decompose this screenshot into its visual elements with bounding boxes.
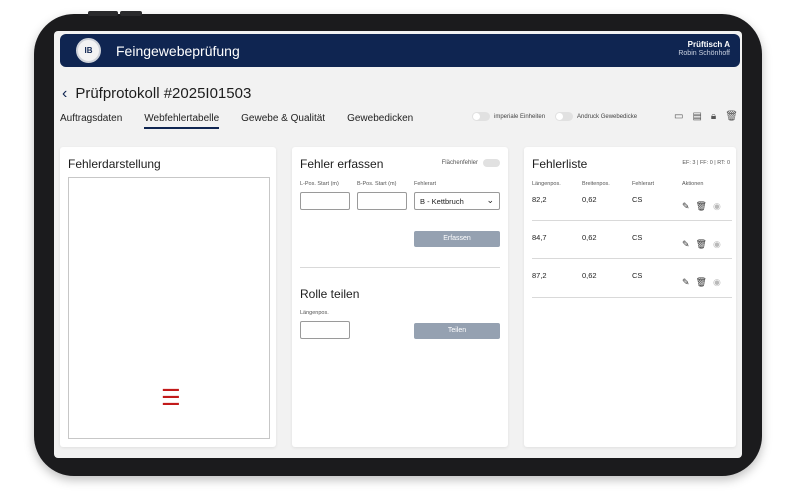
row-type: CS [632,271,643,280]
edit-icon[interactable]: ✎ [682,239,690,250]
l-pos-input[interactable] [300,192,350,210]
row-divider [532,258,732,259]
row-width: 0,62 [582,271,597,280]
surface-defect-toggle[interactable] [483,159,500,167]
save-icon[interactable]: ▭ [674,111,683,122]
defect-type-select[interactable]: B - Kettbruch ⌄ [414,192,500,210]
protocol-title-text: Prüfprotokoll #2025I01503 [75,85,252,102]
defect-type-value: B - Kettbruch [420,197,464,206]
app-header: IB Feingewebeprüfung Prüftisch A Robin S… [60,34,740,67]
eye-icon[interactable]: ◉ [713,201,721,212]
b-pos-input[interactable] [357,192,407,210]
row-actions: ✎ 🗑︎ ◉ [682,277,727,288]
record-button[interactable]: Erfassen [414,231,500,247]
column-header-width: Breitenpos. [582,181,610,187]
imperial-units-toggle[interactable] [472,112,490,121]
row-divider [532,220,732,221]
column-header-length: Längenpos. [532,181,561,187]
imperial-units-label: imperiale Einheiten [494,113,546,120]
defect-type-label: Fehlerart [414,181,437,187]
defect-list-title: Fehlerliste [532,157,588,171]
b-pos-label: B-Pos. Start (m) [357,181,397,187]
split-button[interactable]: Teilen [414,323,500,339]
chevron-left-icon[interactable]: ‹ [62,85,67,102]
logo: IB [76,38,101,63]
tab-auftragsdaten[interactable]: Auftragsdaten [60,113,122,129]
row-divider [532,297,732,298]
defect-display-title: Fehlerdarstellung [68,157,161,171]
surface-defect-label: Flächenfehler [441,160,478,166]
logo-text: IB [84,46,93,55]
length-pos-input[interactable] [300,321,350,339]
divider [300,267,500,268]
document-icon[interactable]: ▤ [692,111,701,122]
row-length: 87,2 [532,271,547,280]
hardware-button [88,11,118,16]
toolbar: ▭ ▤ 🔒︎ 🗑︎ [674,111,742,122]
split-roll-title: Rolle teilen [300,287,360,301]
row-length: 84,7 [532,233,547,242]
edit-icon[interactable]: ✎ [682,201,690,212]
lock-icon[interactable]: 🔒︎ [711,111,716,122]
tab-webfehlertabelle[interactable]: Webfehlertabelle [144,113,220,129]
column-header-actions: Aktionen [682,181,704,187]
hardware-button [120,11,142,16]
station-name: Prüftisch A [687,40,730,49]
trash-icon[interactable]: 🗑︎ [696,201,707,212]
chevron-down-icon: ⌄ [486,195,494,205]
trash-icon[interactable]: 🗑︎ [696,239,707,250]
record-defect-card: Fehler erfassen Flächenfehler L-Pos. Sta… [292,147,508,447]
row-length: 82,2 [532,195,547,204]
row-type: CS [632,195,643,204]
defect-counts: EF: 3 | FF: 0 | RT: 0 [682,160,730,166]
defect-map[interactable]: ☰ [68,177,270,439]
row-actions: ✎ 🗑︎ ◉ [682,201,727,212]
row-width: 0,62 [582,233,597,242]
settings-toggles: imperiale Einheiten Andruck Gewebedicke [472,112,647,121]
eye-icon[interactable]: ◉ [713,277,721,288]
trash-icon[interactable]: 🗑︎ [696,277,707,288]
edit-icon[interactable]: ✎ [682,277,690,288]
length-pos-label: Längenpos. [300,310,329,316]
row-actions: ✎ 🗑︎ ◉ [682,239,727,250]
record-defect-title: Fehler erfassen [300,157,384,171]
app-title: Feingewebeprüfung [116,43,240,59]
defect-list-card: Fehlerliste EF: 3 | FF: 0 | RT: 0 Längen… [524,147,736,447]
user-name: Robin Schönhoff [678,50,730,57]
tab-bar: Auftragsdaten Webfehlertabelle Gewebe & … [60,113,435,129]
l-pos-label: L-Pos. Start (m) [300,181,339,187]
tab-gewebedicken[interactable]: Gewebedicken [347,113,413,129]
row-type: CS [632,233,643,242]
tab-gewebe-qualitaet[interactable]: Gewebe & Qualität [241,113,325,129]
trash-icon[interactable]: 🗑︎ [725,111,738,122]
print-thickness-toggle[interactable] [555,112,574,121]
screen: IB Feingewebeprüfung Prüftisch A Robin S… [54,31,742,458]
column-header-type: Fehlerart [632,181,655,187]
menu-icon[interactable]: ☰ [161,387,181,409]
print-thickness-label: Andruck Gewebedicke [577,113,638,120]
page-title: ‹ Prüfprotokoll #2025I01503 [62,85,251,102]
eye-icon[interactable]: ◉ [713,239,721,250]
row-width: 0,62 [582,195,597,204]
user-info[interactable]: Prüftisch A Robin Schönhoff [678,40,730,57]
defect-display-card: Fehlerdarstellung ☰ [60,147,276,447]
